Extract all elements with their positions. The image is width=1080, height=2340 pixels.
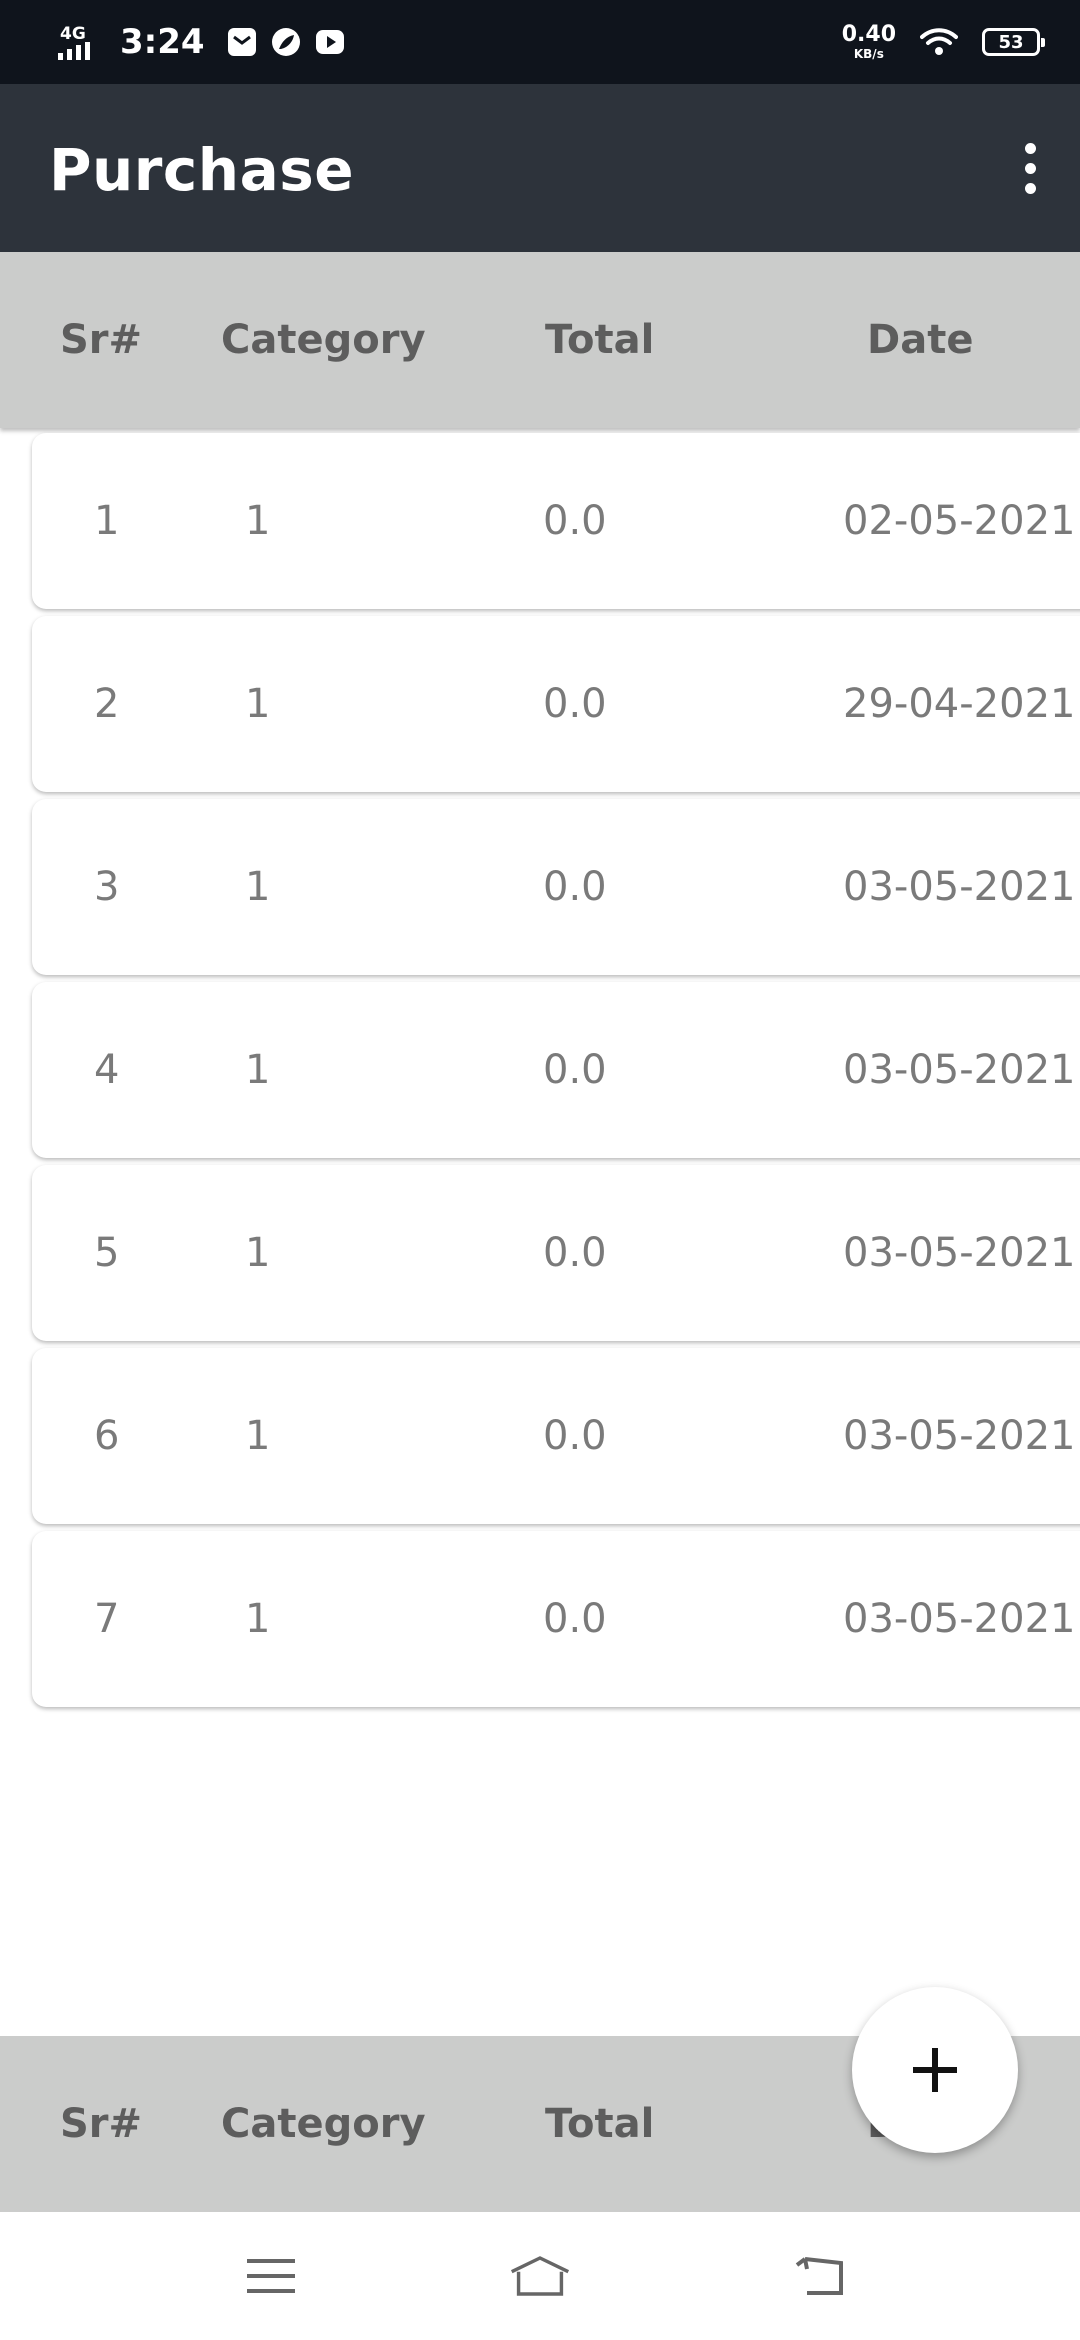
table-row[interactable]: 6 1 0.0 03-05-2021 — [32, 1348, 1080, 1524]
cell-total: 0.0 — [543, 1413, 607, 1459]
cell-date: 29-04-2021 — [843, 681, 1076, 727]
overflow-dot — [1024, 182, 1036, 194]
cell-total: 0.0 — [543, 498, 607, 544]
battery-indicator: 53 — [982, 28, 1045, 56]
cell-date: 03-05-2021 — [843, 1413, 1076, 1459]
back-button[interactable] — [773, 2226, 873, 2326]
cell-category: 1 — [245, 681, 271, 727]
cell-total: 0.0 — [543, 1047, 607, 1093]
cell-sr: 4 — [94, 1047, 120, 1093]
table-row[interactable]: 1 1 0.0 02-05-2021 — [32, 433, 1080, 609]
recent-apps-button[interactable] — [221, 2226, 321, 2326]
cell-total: 0.0 — [543, 681, 607, 727]
cell-date: 03-05-2021 — [843, 1596, 1076, 1642]
table-row[interactable]: 2 1 0.0 29-04-2021 — [32, 616, 1080, 792]
clock: 3:24 — [120, 22, 205, 62]
wifi-icon — [920, 28, 958, 55]
overflow-dot — [1024, 162, 1036, 174]
cell-total: 0.0 — [543, 1596, 607, 1642]
cell-category: 1 — [245, 1413, 271, 1459]
cell-category: 1 — [245, 1596, 271, 1642]
cell-category: 1 — [245, 1230, 271, 1276]
table-row[interactable]: 4 1 0.0 03-05-2021 — [32, 982, 1080, 1158]
overflow-dot — [1024, 142, 1036, 154]
back-icon — [795, 2257, 843, 2295]
status-bar: 4G 3:24 0.40 KB/s 53 — [0, 0, 1080, 84]
cell-total: 0.0 — [543, 864, 607, 910]
add-purchase-button[interactable] — [852, 1987, 1018, 2153]
cell-category: 1 — [245, 1047, 271, 1093]
cell-date: 03-05-2021 — [843, 1047, 1076, 1093]
column-header-category[interactable]: Category — [221, 252, 426, 428]
home-icon — [510, 2256, 570, 2296]
table-header: Sr# Category Total Date — [0, 252, 1080, 428]
mail-icon — [227, 28, 256, 56]
footer-column-total: Total — [545, 2101, 655, 2147]
cell-total: 0.0 — [543, 1230, 607, 1276]
table-row[interactable]: 3 1 0.0 03-05-2021 — [32, 799, 1080, 975]
leaf-icon — [271, 28, 300, 56]
more-vert-icon[interactable] — [990, 124, 1070, 212]
plus-icon — [913, 2048, 957, 2092]
app-bar: Purchase — [0, 84, 1080, 252]
cell-date: 03-05-2021 — [843, 864, 1076, 910]
speed-unit: KB/s — [853, 47, 884, 61]
cell-category: 1 — [245, 864, 271, 910]
speed-value: 0.40 — [841, 22, 896, 47]
network-speed: 0.40 KB/s — [841, 22, 896, 61]
cell-sr: 1 — [94, 498, 120, 544]
column-header-date[interactable]: Date — [867, 252, 973, 428]
cell-sr: 6 — [94, 1413, 120, 1459]
status-left: 4G 3:24 — [58, 0, 345, 84]
system-nav-bar — [0, 2212, 1080, 2340]
battery-level: 53 — [998, 31, 1024, 53]
footer-column-sr: Sr# — [60, 2101, 143, 2147]
cell-sr: 2 — [94, 681, 120, 727]
status-right: 0.40 KB/s 53 — [841, 0, 1045, 84]
home-button[interactable] — [490, 2226, 590, 2326]
column-header-sr[interactable]: Sr# — [60, 252, 142, 428]
page-title: Purchase — [49, 136, 355, 204]
table-row[interactable]: 7 1 0.0 03-05-2021 — [32, 1531, 1080, 1707]
cell-sr: 5 — [94, 1230, 120, 1276]
cell-date: 02-05-2021 — [843, 498, 1076, 544]
column-header-total[interactable]: Total — [545, 252, 654, 428]
cell-date: 03-05-2021 — [843, 1230, 1076, 1276]
notification-icons — [227, 27, 345, 57]
youtube-icon — [315, 30, 344, 54]
footer-column-category: Category — [221, 2101, 426, 2147]
network-type: 4G — [60, 24, 86, 44]
cell-sr: 7 — [94, 1596, 120, 1642]
network-indicator: 4G — [58, 0, 94, 84]
cell-sr: 3 — [94, 864, 120, 910]
table-row[interactable]: 5 1 0.0 03-05-2021 — [32, 1165, 1080, 1341]
cell-category: 1 — [245, 498, 271, 544]
signal-icon — [58, 42, 90, 60]
menu-icon — [247, 2259, 295, 2293]
